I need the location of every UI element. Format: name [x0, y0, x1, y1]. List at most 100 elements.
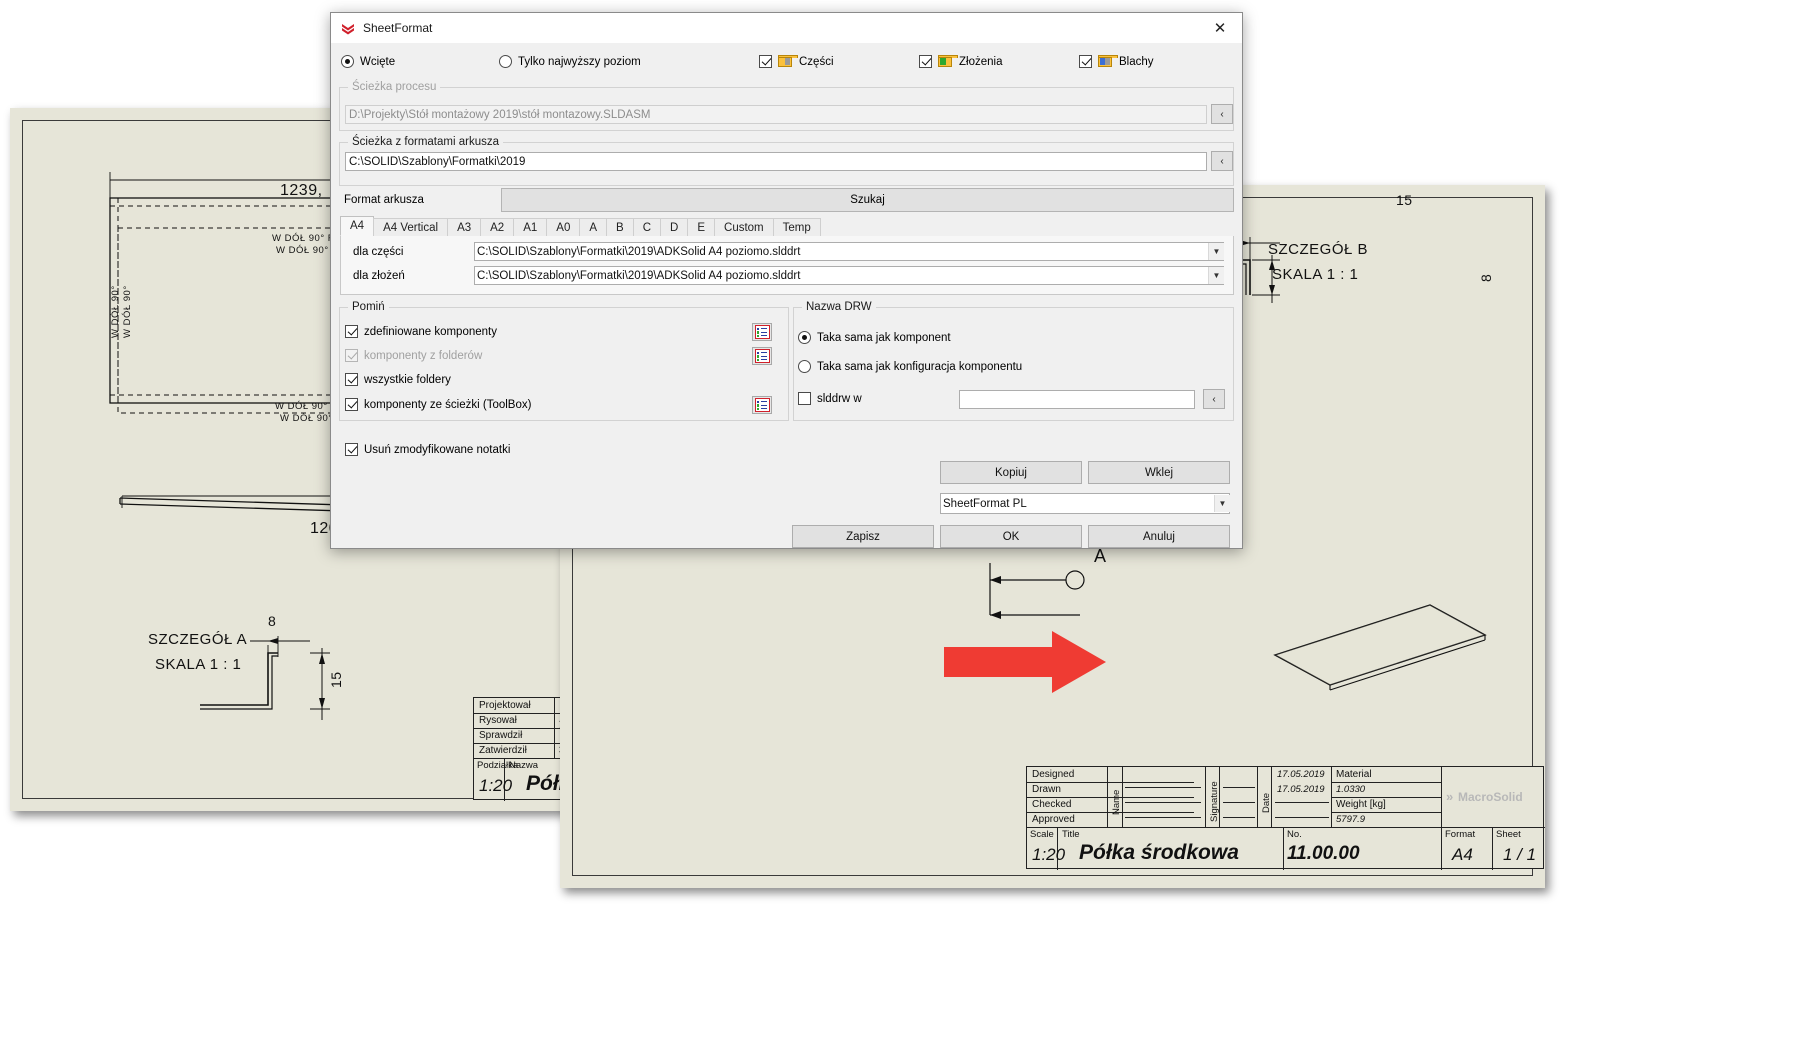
- tab-e[interactable]: E: [687, 218, 716, 236]
- process-path-input[interactable]: [345, 105, 1207, 124]
- detail-b-scale: SKALA 1 : 1: [1272, 266, 1359, 283]
- checkbox-toolbox-components-label: komponenty ze ścieżki (ToolBox): [364, 398, 532, 411]
- tab-c[interactable]: C: [632, 218, 662, 236]
- bend-note-4: W DÓŁ 90°: [122, 285, 133, 338]
- radio-indented-dot: [341, 55, 354, 68]
- process-path-browse-button[interactable]: ‹: [1211, 104, 1233, 124]
- toolbox-components-list-button[interactable]: [752, 396, 772, 414]
- tb-en-date-1: 17.05.2019: [1277, 769, 1325, 780]
- folder-components-list-button[interactable]: [752, 347, 772, 365]
- process-path-browse-label: ‹: [1220, 108, 1224, 120]
- dialog-title: SheetFormat: [363, 21, 433, 35]
- format-path-browse-button[interactable]: ‹: [1211, 151, 1233, 171]
- defined-components-list-button[interactable]: [752, 323, 772, 341]
- radio-same-as-configuration-dot: [798, 360, 811, 373]
- checkbox-assemblies[interactable]: Złożenia: [919, 55, 1002, 68]
- checkbox-all-folders-label: wszystkie foldery: [364, 373, 451, 386]
- sheetformat-dialog: SheetFormat ✕ Wcięte Tylko najwyższy poz…: [330, 12, 1243, 549]
- checkbox-toolbox-components[interactable]: komponenty ze ścieżki (ToolBox): [345, 398, 531, 411]
- tb-en-format-label: Format: [1445, 829, 1476, 840]
- detail-a-title: SZCZEGÓŁ A: [148, 631, 248, 648]
- slddrw-browse-label: ‹: [1212, 393, 1216, 405]
- copy-button-label: Kopiuj: [995, 466, 1027, 479]
- tab-a1[interactable]: A1: [513, 218, 548, 236]
- checkbox-parts-label: Części: [799, 55, 834, 68]
- section-callout-a: A: [1094, 546, 1107, 566]
- for-assemblies-label: dla złożeń: [353, 270, 405, 282]
- radio-same-as-configuration[interactable]: Taka sama jak konfiguracja komponentu: [798, 360, 1022, 373]
- format-path-input[interactable]: [345, 152, 1207, 171]
- ok-button[interactable]: OK: [940, 525, 1082, 548]
- checkbox-slddrw-in-box: [798, 392, 811, 405]
- dialog-titlebar: SheetFormat ✕: [331, 13, 1242, 44]
- checkbox-slddrw-in[interactable]: slddrw w: [798, 392, 862, 405]
- for-assemblies-combo[interactable]: C:\SOLID\Szablony\Formatki\2019\ADKSolid…: [474, 266, 1224, 285]
- radio-top-level-only[interactable]: Tylko najwyższy poziom: [499, 55, 641, 68]
- checkbox-remove-modified-notes-label: Usuń zmodyfikowane notatki: [364, 443, 511, 456]
- tab-temp[interactable]: Temp: [772, 218, 821, 236]
- tb-en-format-value: A4: [1452, 845, 1473, 864]
- tab-a0[interactable]: A0: [546, 218, 581, 236]
- checkbox-all-folders-box: [345, 373, 358, 386]
- radio-same-as-component[interactable]: Taka sama jak komponent: [798, 331, 951, 344]
- checkbox-remove-modified-notes[interactable]: Usuń zmodyfikowane notatki: [345, 443, 510, 456]
- sheet-format-label: Format arkusza: [344, 194, 424, 206]
- profile-combo[interactable]: SheetFormat PL: [940, 493, 1230, 514]
- macrosolid-logo: » MacroSolid: [1442, 767, 1544, 827]
- tab-custom[interactable]: Custom: [714, 218, 774, 236]
- checkbox-toolbox-components-box: [345, 398, 358, 411]
- folder-assemblies-icon: [938, 55, 958, 68]
- copy-button[interactable]: Kopiuj: [940, 461, 1082, 484]
- checkbox-folder-components-box: [345, 349, 358, 362]
- slddrw-browse-button[interactable]: ‹: [1203, 389, 1225, 409]
- tb-en-mass-label: Weight [kg]: [1336, 799, 1386, 810]
- search-button[interactable]: Szukaj: [501, 188, 1234, 212]
- folder-sheetmetal-icon: [1098, 55, 1118, 68]
- tb-row-drawn: Rysował: [479, 715, 517, 726]
- format-path-legend: Ścieżka z formatami arkusza: [352, 136, 499, 148]
- checkbox-parts-box: [759, 55, 772, 68]
- tb-en-row-designed: Designed: [1032, 769, 1075, 780]
- search-button-label: Szukaj: [850, 194, 885, 206]
- checkbox-all-folders[interactable]: wszystkie foldery: [345, 373, 451, 386]
- checkbox-folder-components[interactable]: komponenty z folderów: [345, 349, 482, 362]
- radio-indented-label: Wcięte: [360, 55, 396, 68]
- close-icon[interactable]: ✕: [1198, 13, 1242, 42]
- tb-en-material-label: Material: [1336, 769, 1372, 780]
- tab-a4[interactable]: A4: [340, 216, 375, 236]
- tab-a3[interactable]: A3: [447, 218, 482, 236]
- radio-indented[interactable]: Wcięte: [341, 55, 395, 68]
- macrosolid-logo-text: MacroSolid: [1458, 790, 1523, 804]
- skip-group-legend: Pomiń: [352, 301, 385, 313]
- detail-b-height-dim: 8: [1478, 273, 1494, 282]
- tab-a4-vertical[interactable]: A4 Vertical: [373, 218, 449, 236]
- paste-button-label: Wklej: [1144, 466, 1174, 479]
- cancel-button[interactable]: Anuluj: [1088, 525, 1230, 548]
- radio-top-level-dot: [499, 55, 512, 68]
- checkbox-defined-components[interactable]: zdefiniowane komponenty: [345, 325, 497, 338]
- save-button[interactable]: Zapisz: [792, 525, 934, 548]
- tb-en-row-drawn: Drawn: [1032, 784, 1061, 795]
- format-path-browse-label: ‹: [1220, 155, 1224, 167]
- checkbox-parts[interactable]: Części: [759, 55, 834, 68]
- checkbox-sheetmetal[interactable]: Blachy: [1079, 55, 1154, 68]
- checkbox-slddrw-in-label: slddrw w: [817, 392, 862, 405]
- slddrw-path-input[interactable]: [959, 390, 1195, 409]
- tb-en-material-value: 1.0330: [1336, 784, 1366, 795]
- for-parts-combo[interactable]: C:\SOLID\Szablony\Formatki\2019\ADKSolid…: [474, 242, 1224, 261]
- tb-row-checked: Sprawdził: [479, 730, 523, 741]
- list-icon: [754, 398, 770, 412]
- tab-b[interactable]: B: [606, 218, 634, 236]
- tab-a4-label: A4: [350, 220, 365, 232]
- tb-en-name-value: Półka środkowa: [1079, 841, 1239, 864]
- tab-c-label: C: [642, 221, 652, 234]
- tab-a[interactable]: A: [579, 218, 608, 236]
- checkbox-sheetmetal-box: [1079, 55, 1092, 68]
- tab-a1-label: A1: [523, 221, 538, 234]
- svg-text:»: »: [1446, 789, 1453, 804]
- detail-b-width-dim: 15: [1396, 192, 1413, 208]
- paste-button[interactable]: Wklej: [1088, 461, 1230, 484]
- tab-a2[interactable]: A2: [480, 218, 515, 236]
- tab-d[interactable]: D: [660, 218, 689, 236]
- save-button-label: Zapisz: [846, 530, 880, 543]
